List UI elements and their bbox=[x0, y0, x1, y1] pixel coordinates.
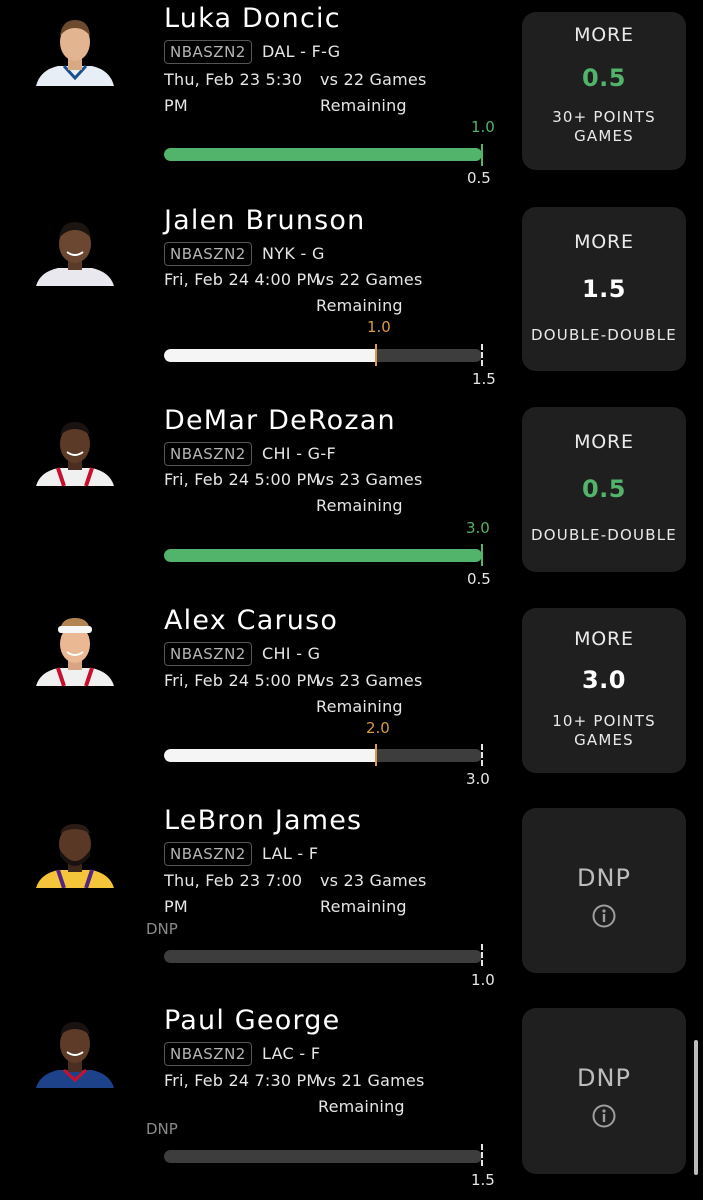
line-marker bbox=[481, 944, 483, 966]
pick-direction: MORE bbox=[574, 24, 634, 46]
opponent-info: vs 21 Games Remaining bbox=[318, 1071, 425, 1116]
opponent-info: vs 22 Games Remaining bbox=[320, 70, 427, 115]
line-marker bbox=[481, 1144, 483, 1166]
player-name: Jalen Brunson bbox=[164, 205, 366, 236]
line-value: 1.5 bbox=[471, 1171, 495, 1189]
player-name: LeBron James bbox=[164, 805, 363, 836]
player-name: Alex Caruso bbox=[164, 605, 339, 636]
progress-marker bbox=[375, 744, 377, 766]
pick-stat: DOUBLE-DOUBLE bbox=[531, 526, 677, 544]
pick-card[interactable]: DNP bbox=[522, 1008, 686, 1174]
game-date: Thu, Feb 23 5:30 PM bbox=[164, 70, 303, 115]
scrollbar[interactable] bbox=[694, 1040, 698, 1175]
league-badge: NBASZN2 bbox=[164, 40, 252, 64]
line-value: 0.5 bbox=[467, 570, 491, 588]
pick-stat: DOUBLE-DOUBLE bbox=[531, 326, 677, 344]
player-avatar bbox=[34, 612, 116, 686]
team-position: NYK - G bbox=[262, 244, 325, 263]
current-value: 1.0 bbox=[367, 318, 391, 336]
progress-bar bbox=[164, 1150, 482, 1163]
player-row[interactable]: Paul George NBASZN2 LAC - F Fri, Feb 24 … bbox=[0, 998, 703, 1198]
progress-fill bbox=[164, 749, 377, 762]
player-avatar bbox=[34, 412, 116, 486]
pick-line: 1.5 bbox=[581, 275, 626, 303]
pick-status: DNP bbox=[577, 1064, 631, 1092]
league-badge: NBASZN2 bbox=[164, 842, 252, 866]
progress-fill bbox=[164, 349, 377, 362]
player-row[interactable]: LeBron James NBASZN2 LAL - F Thu, Feb 23… bbox=[0, 798, 703, 998]
player-row[interactable]: DeMar DeRozan NBASZN2 CHI - G-F Fri, Feb… bbox=[0, 398, 703, 598]
pick-card[interactable]: MORE 0.5 30+ POINTS GAMES bbox=[522, 12, 686, 170]
current-value: 1.0 bbox=[471, 118, 495, 136]
pick-line: 0.5 bbox=[581, 475, 626, 503]
player-row[interactable]: Luka Doncic NBASZN2 DAL - F-G Thu, Feb 2… bbox=[0, 0, 703, 198]
player-avatar bbox=[34, 212, 116, 286]
player-avatar bbox=[34, 1014, 116, 1088]
pick-card[interactable]: MORE 1.5 DOUBLE-DOUBLE bbox=[522, 207, 686, 371]
line-value: 1.0 bbox=[471, 971, 495, 989]
progress-bar bbox=[164, 549, 482, 562]
game-date: Fri, Feb 24 4:00 PM bbox=[164, 270, 321, 289]
player-name: Luka Doncic bbox=[164, 3, 341, 34]
player-avatar bbox=[34, 12, 116, 86]
player-avatar bbox=[34, 814, 116, 888]
info-icon[interactable] bbox=[592, 1104, 616, 1128]
info-icon[interactable] bbox=[592, 904, 616, 928]
pick-stat: 10+ POINTS GAMES bbox=[552, 712, 656, 749]
opponent-info: vs 22 Games Remaining bbox=[316, 270, 423, 315]
player-row[interactable]: Jalen Brunson NBASZN2 NYK - G Fri, Feb 2… bbox=[0, 198, 703, 398]
progress-marker bbox=[481, 144, 483, 166]
team-position: CHI - G bbox=[262, 644, 321, 663]
league-badge: NBASZN2 bbox=[164, 442, 252, 466]
progress-fill bbox=[164, 148, 482, 161]
opponent-info: vs 23 Games Remaining bbox=[316, 671, 423, 716]
game-date: Fri, Feb 24 5:00 PM bbox=[164, 470, 321, 489]
progress-bar bbox=[164, 950, 482, 963]
line-marker bbox=[481, 744, 483, 766]
pick-card[interactable]: MORE 0.5 DOUBLE-DOUBLE bbox=[522, 407, 686, 572]
league-badge: NBASZN2 bbox=[164, 242, 252, 266]
team-position: DAL - F-G bbox=[262, 42, 341, 61]
pick-card[interactable]: MORE 3.0 10+ POINTS GAMES bbox=[522, 608, 686, 773]
pick-direction: MORE bbox=[574, 231, 634, 253]
pick-direction: MORE bbox=[574, 628, 634, 650]
progress-marker bbox=[375, 344, 377, 366]
player-row[interactable]: Alex Caruso NBASZN2 CHI - G Fri, Feb 24 … bbox=[0, 598, 703, 798]
game-date: Thu, Feb 23 7:00 PM bbox=[164, 871, 303, 916]
current-value: DNP bbox=[146, 1120, 178, 1138]
current-value: 2.0 bbox=[366, 719, 390, 737]
line-value: 0.5 bbox=[467, 169, 491, 187]
league-badge: NBASZN2 bbox=[164, 1042, 252, 1066]
progress-marker bbox=[481, 544, 483, 566]
game-date: Fri, Feb 24 5:00 PM bbox=[164, 671, 321, 690]
league-badge: NBASZN2 bbox=[164, 642, 252, 666]
progress-bar bbox=[164, 148, 482, 161]
line-value: 1.5 bbox=[472, 370, 496, 388]
line-value: 3.0 bbox=[466, 770, 490, 788]
pick-stat: 30+ POINTS GAMES bbox=[552, 108, 656, 145]
opponent-info: vs 23 Games Remaining bbox=[316, 470, 423, 515]
team-position: CHI - G-F bbox=[262, 444, 336, 463]
pick-status: DNP bbox=[577, 864, 631, 892]
team-position: LAC - F bbox=[262, 1044, 321, 1063]
game-date: Fri, Feb 24 7:30 PM bbox=[164, 1071, 321, 1090]
current-value: DNP bbox=[146, 920, 178, 938]
current-value: 3.0 bbox=[466, 519, 490, 537]
progress-bar bbox=[164, 749, 482, 762]
pick-direction: MORE bbox=[574, 431, 634, 453]
team-position: LAL - F bbox=[262, 844, 319, 863]
pick-line: 3.0 bbox=[581, 666, 626, 694]
progress-fill bbox=[164, 549, 482, 562]
progress-bar bbox=[164, 349, 482, 362]
player-name: Paul George bbox=[164, 1005, 341, 1036]
pick-line: 0.5 bbox=[581, 64, 626, 92]
line-marker bbox=[481, 344, 483, 366]
opponent-info: vs 23 Games Remaining bbox=[320, 871, 427, 916]
pick-card[interactable]: DNP bbox=[522, 808, 686, 973]
player-name: DeMar DeRozan bbox=[164, 405, 396, 436]
